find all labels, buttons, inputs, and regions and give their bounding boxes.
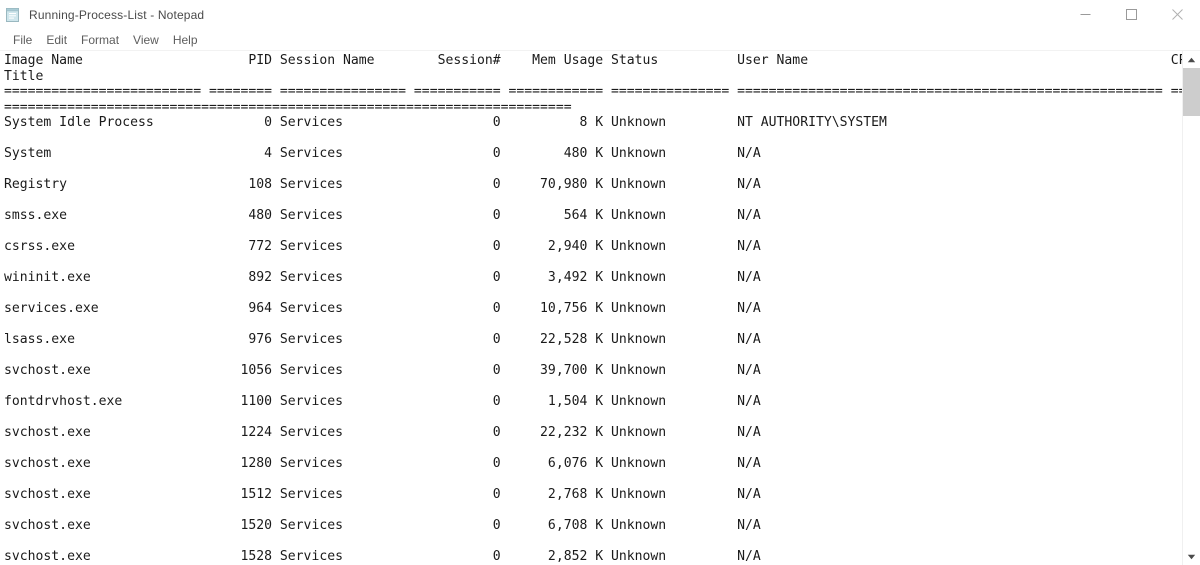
close-button[interactable] [1154, 0, 1200, 29]
menu-item-help[interactable]: Help [166, 31, 205, 49]
title-bar: Running-Process-List - Notepad [0, 0, 1200, 30]
text-line [4, 286, 1182, 302]
maximize-button[interactable] [1108, 0, 1154, 29]
text-line [4, 131, 1182, 147]
menu-item-file[interactable]: File [6, 31, 39, 49]
text-line: csrss.exe 772 Services 0 2,940 K Unknown… [4, 239, 1182, 254]
text-line: smss.exe 480 Services 0 564 K Unknown N/… [4, 208, 1182, 223]
text-line: services.exe 964 Services 0 10,756 K Unk… [4, 301, 1182, 316]
text-line [4, 534, 1182, 550]
text-line: Registry 108 Services 0 70,980 K Unknown… [4, 177, 1182, 192]
text-editor[interactable]: Image Name PID Session Name Session# Mem… [0, 51, 1182, 565]
text-line: svchost.exe 1520 Services 0 6,708 K Unkn… [4, 518, 1182, 533]
minimize-button[interactable] [1062, 0, 1108, 29]
text-line: System Idle Process 0 Services 0 8 K Unk… [4, 115, 1182, 130]
text-line: wininit.exe 892 Services 0 3,492 K Unkno… [4, 270, 1182, 285]
menu-item-format[interactable]: Format [74, 31, 126, 49]
scrollbar-track[interactable] [1183, 68, 1200, 548]
document-text: Image Name PID Session Name Session# Mem… [0, 51, 1182, 565]
text-line [4, 255, 1182, 271]
title-bar-left: Running-Process-List - Notepad [0, 7, 1062, 23]
text-line [4, 224, 1182, 240]
text-line: ========================================… [4, 99, 572, 115]
text-line [4, 348, 1182, 364]
text-line: System 4 Services 0 480 K Unknown N/A 2:… [4, 146, 1182, 161]
content-area: Image Name PID Session Name Session# Mem… [0, 51, 1200, 565]
menu-item-view[interactable]: View [126, 31, 166, 49]
text-line [4, 162, 1182, 178]
text-line: svchost.exe 1512 Services 0 2,768 K Unkn… [4, 487, 1182, 502]
scrollbar-thumb[interactable] [1183, 68, 1200, 116]
window-controls [1062, 0, 1200, 29]
menu-bar: File Edit Format View Help [0, 30, 1200, 51]
text-line [4, 472, 1182, 488]
text-line: svchost.exe 1224 Services 0 22,232 K Unk… [4, 425, 1182, 440]
menu-item-edit[interactable]: Edit [39, 31, 74, 49]
text-line: lsass.exe 976 Services 0 22,528 K Unknow… [4, 332, 1182, 347]
text-line: Image Name PID Session Name Session# Mem… [4, 53, 1182, 68]
text-line: svchost.exe 1280 Services 0 6,076 K Unkn… [4, 456, 1182, 471]
text-line [4, 441, 1182, 457]
text-line [4, 503, 1182, 519]
scroll-down-button[interactable] [1183, 548, 1200, 565]
text-line: svchost.exe 1056 Services 0 39,700 K Unk… [4, 363, 1182, 378]
text-line: fontdrvhost.exe 1100 Services 0 1,504 K … [4, 394, 1182, 409]
text-line: svchost.exe 1528 Services 0 2,852 K Unkn… [4, 549, 1182, 564]
text-line [4, 410, 1182, 426]
text-line [4, 379, 1182, 395]
notepad-icon [5, 7, 21, 23]
notepad-window: Running-Process-List - Notepad File Edit… [0, 0, 1200, 565]
text-line [4, 317, 1182, 333]
text-line [4, 193, 1182, 209]
scroll-up-button[interactable] [1183, 51, 1200, 68]
text-line: Title [4, 68, 44, 84]
vertical-scrollbar[interactable] [1182, 51, 1200, 565]
text-line: ========================= ======== =====… [4, 84, 1182, 99]
window-title: Running-Process-List - Notepad [29, 7, 205, 22]
